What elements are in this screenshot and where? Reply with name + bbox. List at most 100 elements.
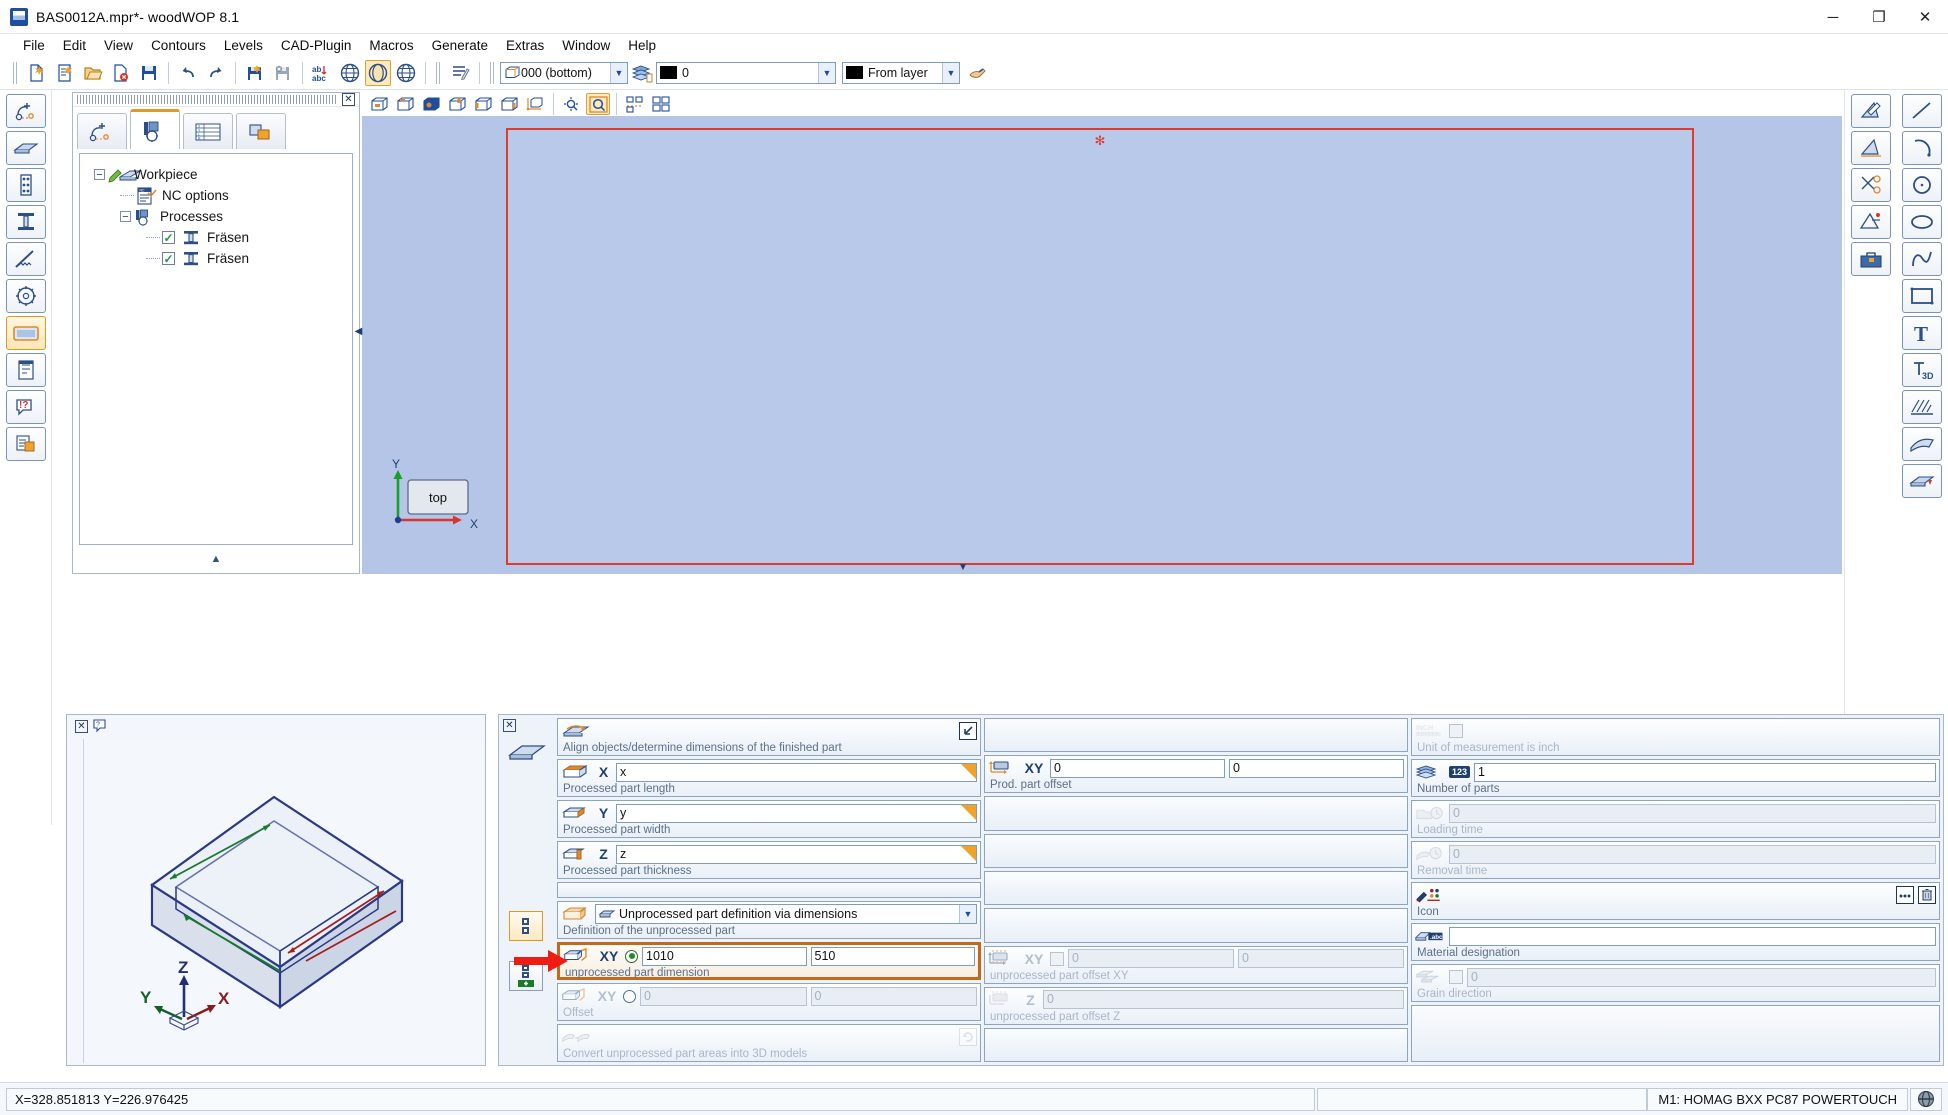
menu-item-contours[interactable]: Contours [142, 36, 215, 55]
unit-inch-field[interactable]: INCH Unit of measurement is inch [1411, 718, 1940, 756]
open-file-button[interactable] [80, 60, 106, 86]
view-top-button[interactable] [445, 93, 469, 115]
view-front-button[interactable] [393, 93, 417, 115]
chevron-down-icon[interactable]: ▼ [818, 62, 835, 83]
align-objects-field[interactable]: Align objects/determine dimensions of th… [557, 718, 981, 756]
rail-workpiece-button[interactable] [5, 316, 46, 350]
grid-large-button[interactable] [649, 93, 673, 115]
preview-3d-viewport[interactable]: Z Y X [83, 739, 481, 1063]
value-input[interactable]: 0 [1043, 990, 1404, 1010]
tree-panel-collapse-handle[interactable]: ▲ [79, 549, 353, 569]
value-input-2[interactable]: 0 [1229, 758, 1404, 778]
gutter-detail-button[interactable] [509, 911, 543, 941]
pick-layer-button[interactable] [964, 60, 990, 86]
pick-button[interactable] [959, 722, 977, 740]
field-checkbox[interactable] [1449, 724, 1463, 738]
toolbar-grip[interactable] [435, 61, 442, 84]
value-input-2[interactable]: 0 [1238, 949, 1404, 969]
tree-panel-close-button[interactable]: ✕ [342, 93, 355, 106]
view-iso-button[interactable] [497, 93, 521, 115]
zoom-pan-button[interactable] [560, 93, 584, 115]
close-file-button[interactable] [108, 60, 134, 86]
drawing-canvas[interactable]: ✻ Y X top [362, 116, 1842, 574]
bottom-panel-collapse-button[interactable]: ▼ [952, 562, 974, 573]
chevron-down-icon[interactable]: ▼ [942, 62, 959, 83]
tab-components[interactable] [236, 113, 286, 149]
material-designation-field[interactable]: .abc Material designation [1411, 923, 1940, 961]
menu-item-file[interactable]: File [14, 36, 54, 55]
tab-variables[interactable]: XYLR [183, 113, 233, 149]
rail-saw-button[interactable] [5, 242, 46, 276]
tree-expander-icon[interactable]: − [120, 211, 131, 222]
value-input[interactable]: 0 [1449, 844, 1936, 864]
value-input-1[interactable]: 0 [1068, 949, 1234, 969]
maximize-button[interactable]: ❐ [1856, 0, 1902, 34]
loading-time-field[interactable]: 0 Loading time [1411, 800, 1940, 838]
draw-rectangle-button[interactable] [1902, 279, 1942, 313]
number-of-parts-field[interactable]: 123 1 Number of parts [1411, 759, 1940, 797]
toolbar-grip[interactable] [489, 61, 496, 84]
view-dimension-button[interactable] [523, 93, 547, 115]
tree-node-fr-sen[interactable]: ✓ Fräsen [94, 248, 352, 269]
side-selector-combo[interactable]: 000 (bottom) ▼ [500, 61, 628, 84]
menu-item-extras[interactable]: Extras [497, 36, 553, 55]
view-wireframe-button[interactable] [367, 93, 391, 115]
color-combo[interactable]: 0 ▼ [656, 61, 836, 84]
trim-button[interactable] [1850, 168, 1891, 202]
offset-field[interactable]: XY 0 0 Offset [557, 983, 981, 1021]
new-document-button[interactable] [24, 60, 50, 86]
minimize-button[interactable]: ─ [1810, 0, 1856, 34]
menu-item-help[interactable]: Help [619, 36, 665, 55]
grip-handle[interactable] [77, 95, 338, 104]
menu-item-cad-plugin[interactable]: CAD-Plugin [272, 36, 361, 55]
nc-program-button[interactable] [447, 60, 473, 86]
layer-combo[interactable]: From layer ▼ [842, 61, 960, 84]
measure-distance-button[interactable] [1850, 131, 1891, 165]
measure-angle-button[interactable] [1850, 94, 1891, 128]
toolbox-button[interactable] [1850, 242, 1891, 276]
definition-combo[interactable]: Unprocessed part definition via dimensio… [595, 904, 977, 924]
new-from-template-button[interactable] [52, 60, 78, 86]
tree-expander-icon[interactable]: − [94, 169, 105, 180]
value-input-1[interactable]: 1010 [642, 946, 807, 966]
dimension-mode-radio[interactable] [625, 949, 638, 963]
value-input-1[interactable]: 0 [640, 986, 807, 1006]
menu-item-window[interactable]: Window [553, 36, 619, 55]
save-button[interactable] [136, 60, 162, 86]
unprocessed-part-offset-z-field[interactable]: Z 0 unprocessed part offset Z [984, 986, 1408, 1025]
menu-item-edit[interactable]: Edit [54, 36, 95, 55]
import-button[interactable] [242, 60, 268, 86]
icon-delete-button[interactable] [1918, 886, 1936, 904]
rail-plate-button[interactable] [5, 131, 46, 165]
parameter-panel-close-button[interactable]: ✕ [503, 719, 516, 732]
layers-button[interactable] [629, 60, 655, 86]
draw-spline-button[interactable] [1902, 242, 1942, 276]
grain-direction-field[interactable]: 0 Grain direction [1411, 964, 1940, 1002]
view-solid-button[interactable] [419, 93, 443, 115]
workpiece-outline[interactable]: ✻ [506, 128, 1694, 565]
view-side-button[interactable] [471, 93, 495, 115]
value-input[interactable]: 0 [1449, 803, 1936, 823]
left-panel-collapse-button[interactable]: ◀ [354, 320, 363, 342]
pocket-button[interactable] [1902, 464, 1942, 498]
undo-button[interactable] [175, 60, 201, 86]
value-input[interactable] [1449, 926, 1936, 946]
chevron-down-icon[interactable]: ▼ [610, 62, 627, 83]
value-input[interactable]: 1 [1474, 762, 1936, 782]
unprocessed-part-definition-field[interactable]: Unprocessed part definition via dimensio… [557, 901, 981, 939]
grid-toggle-button[interactable] [623, 93, 647, 115]
prod-part-offset-field[interactable]: XY 0 0 Prod. part offset [984, 755, 1408, 794]
tree-node-checkbox[interactable]: ✓ [162, 252, 175, 265]
rail-macro-button[interactable] [5, 427, 46, 461]
draw-circle-button[interactable] [1902, 168, 1942, 202]
processed-part-length-field[interactable]: Xx Processed part length [557, 759, 981, 797]
value-input-2[interactable]: 0 [810, 986, 977, 1006]
unprocessed-part-dimension-field[interactable]: XY 1010 510 unprocessed part dimension [514, 942, 981, 980]
dimension-button[interactable] [1850, 205, 1891, 239]
field-checkbox[interactable] [1449, 970, 1463, 984]
chevron-down-icon[interactable]: ▼ [959, 905, 976, 923]
redo-button[interactable] [203, 60, 229, 86]
value-input[interactable]: z [616, 844, 977, 864]
value-input-2[interactable]: 510 [810, 946, 975, 966]
tree-node-checkbox[interactable]: ✓ [162, 231, 175, 244]
